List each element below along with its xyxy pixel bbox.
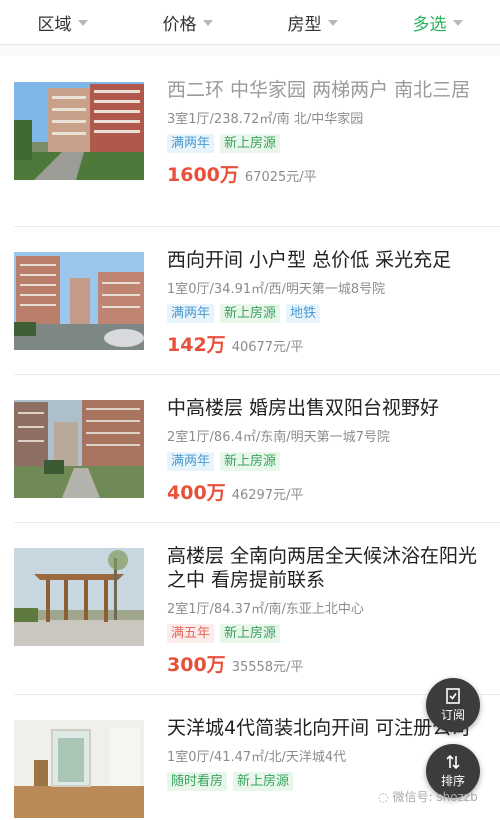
- listing-photo: [14, 400, 144, 498]
- listing-meta: 1室0厅/34.91㎡/西/明天第一城8号院: [167, 282, 386, 297]
- listing-info: 中高楼层 婚房出售双阳台视野好 2室1厅/86.4㎡/东南/明天第一城7号院 满…: [167, 396, 480, 505]
- filter-layout[interactable]: 房型: [250, 10, 375, 35]
- subscribe-button[interactable]: 订阅: [426, 678, 480, 732]
- listing-meta: 3室1厅/238.72㎡/南 北/中华家园: [167, 112, 364, 127]
- listing-tags: 满两年 新上房源 地铁: [167, 304, 480, 323]
- listing-info: 西二环 中华家园 两梯两户 南北三居 3室1厅/238.72㎡/南 北/中华家园…: [167, 78, 480, 187]
- chevron-down-icon: [452, 20, 463, 26]
- listing-item[interactable]: 中高楼层 婚房出售双阳台视野好 2室1厅/86.4㎡/东南/明天第一城7号院 满…: [14, 374, 500, 523]
- filter-layout-label: 房型: [287, 14, 322, 35]
- listing-info: 高楼层 全南向两居全天候沐浴在阳光之中 看房提前联系 2室1厅/84.37㎡/南…: [167, 544, 480, 677]
- price-row: 400万 46297元/平: [167, 478, 480, 505]
- listing-item[interactable]: 高楼层 全南向两居全天候沐浴在阳光之中 看房提前联系 2室1厅/84.37㎡/南…: [14, 522, 500, 695]
- listing-title: 高楼层 全南向两居全天候沐浴在阳光之中 看房提前联系: [167, 545, 478, 591]
- filter-bar: 区域 价格 房型 多选: [0, 0, 500, 45]
- filter-multi[interactable]: 多选: [375, 10, 500, 35]
- tag: 新上房源: [220, 624, 281, 643]
- price-row: 1600万 67025元/平: [167, 160, 480, 187]
- tag: 随时看房: [167, 772, 228, 791]
- listing-photo: [14, 548, 144, 646]
- filter-price-label: 价格: [162, 14, 197, 35]
- listing-meta: 2室1厅/86.4㎡/东南/明天第一城7号院: [167, 430, 390, 445]
- watermark-text: 微信号: shozzb: [392, 790, 478, 804]
- filter-region[interactable]: 区域: [0, 10, 125, 35]
- listing-photo: [14, 82, 144, 180]
- unit-price: 67025元/平: [244, 170, 317, 185]
- tag: 满两年: [167, 452, 215, 471]
- listing-tags: 满两年 新上房源: [167, 452, 480, 471]
- price-row: 142万 40677元/平: [167, 330, 480, 357]
- listing-info: 西向开间 小户型 总价低 采光充足 1室0厅/34.91㎡/西/明天第一城8号院…: [167, 248, 480, 357]
- unit-price: 46297元/平: [231, 488, 304, 503]
- listing-tags: 满两年 新上房源: [167, 134, 480, 153]
- unit-price: 40677元/平: [231, 340, 304, 355]
- price-row: 300万 35558元/平: [167, 650, 480, 677]
- listing-photo: [14, 720, 144, 818]
- tag: 新上房源: [220, 304, 281, 323]
- sort-label: 排序: [440, 773, 465, 788]
- listing-title: 西二环 中华家园 两梯两户 南北三居: [167, 79, 471, 101]
- listing-title: 西向开间 小户型 总价低 采光充足: [167, 249, 452, 271]
- total-price: 142万: [167, 334, 226, 356]
- divider: [0, 45, 500, 56]
- total-price: 400万: [167, 482, 226, 504]
- tag: 满两年: [167, 304, 215, 323]
- listing-title: 中高楼层 婚房出售双阳台视野好: [167, 397, 440, 419]
- chevron-down-icon: [202, 20, 213, 26]
- total-price: 1600万: [167, 164, 239, 186]
- tag: 新上房源: [220, 452, 281, 471]
- total-price: 300万: [167, 654, 226, 676]
- filter-multi-label: 多选: [412, 14, 447, 35]
- listing-meta: 2室1厅/84.37㎡/南/东亚上北中心: [167, 602, 364, 617]
- wechat-icon: ◌: [378, 789, 389, 804]
- filter-region-label: 区域: [37, 14, 72, 35]
- subscribe-icon: [446, 687, 460, 704]
- sort-icon: [446, 754, 460, 769]
- listing-tags: 满五年 新上房源: [167, 624, 480, 643]
- tag: 满五年: [167, 624, 215, 643]
- listing-item[interactable]: 西二环 中华家园 两梯两户 南北三居 3室1厅/238.72㎡/南 北/中华家园…: [14, 56, 500, 227]
- tag: 满两年: [167, 134, 215, 153]
- unit-price: 35558元/平: [231, 660, 304, 675]
- tag: 新上房源: [233, 772, 294, 791]
- chevron-down-icon: [77, 20, 88, 26]
- listing-photo: [14, 252, 144, 350]
- subscribe-label: 订阅: [440, 707, 465, 722]
- chevron-down-icon: [327, 20, 338, 26]
- tag: 新上房源: [220, 134, 281, 153]
- watermark: ◌ 微信号: shozzb: [378, 788, 478, 805]
- tag: 地铁: [286, 304, 321, 323]
- filter-price[interactable]: 价格: [125, 10, 250, 35]
- listing-item[interactable]: 西向开间 小户型 总价低 采光充足 1室0厅/34.91㎡/西/明天第一城8号院…: [14, 226, 500, 375]
